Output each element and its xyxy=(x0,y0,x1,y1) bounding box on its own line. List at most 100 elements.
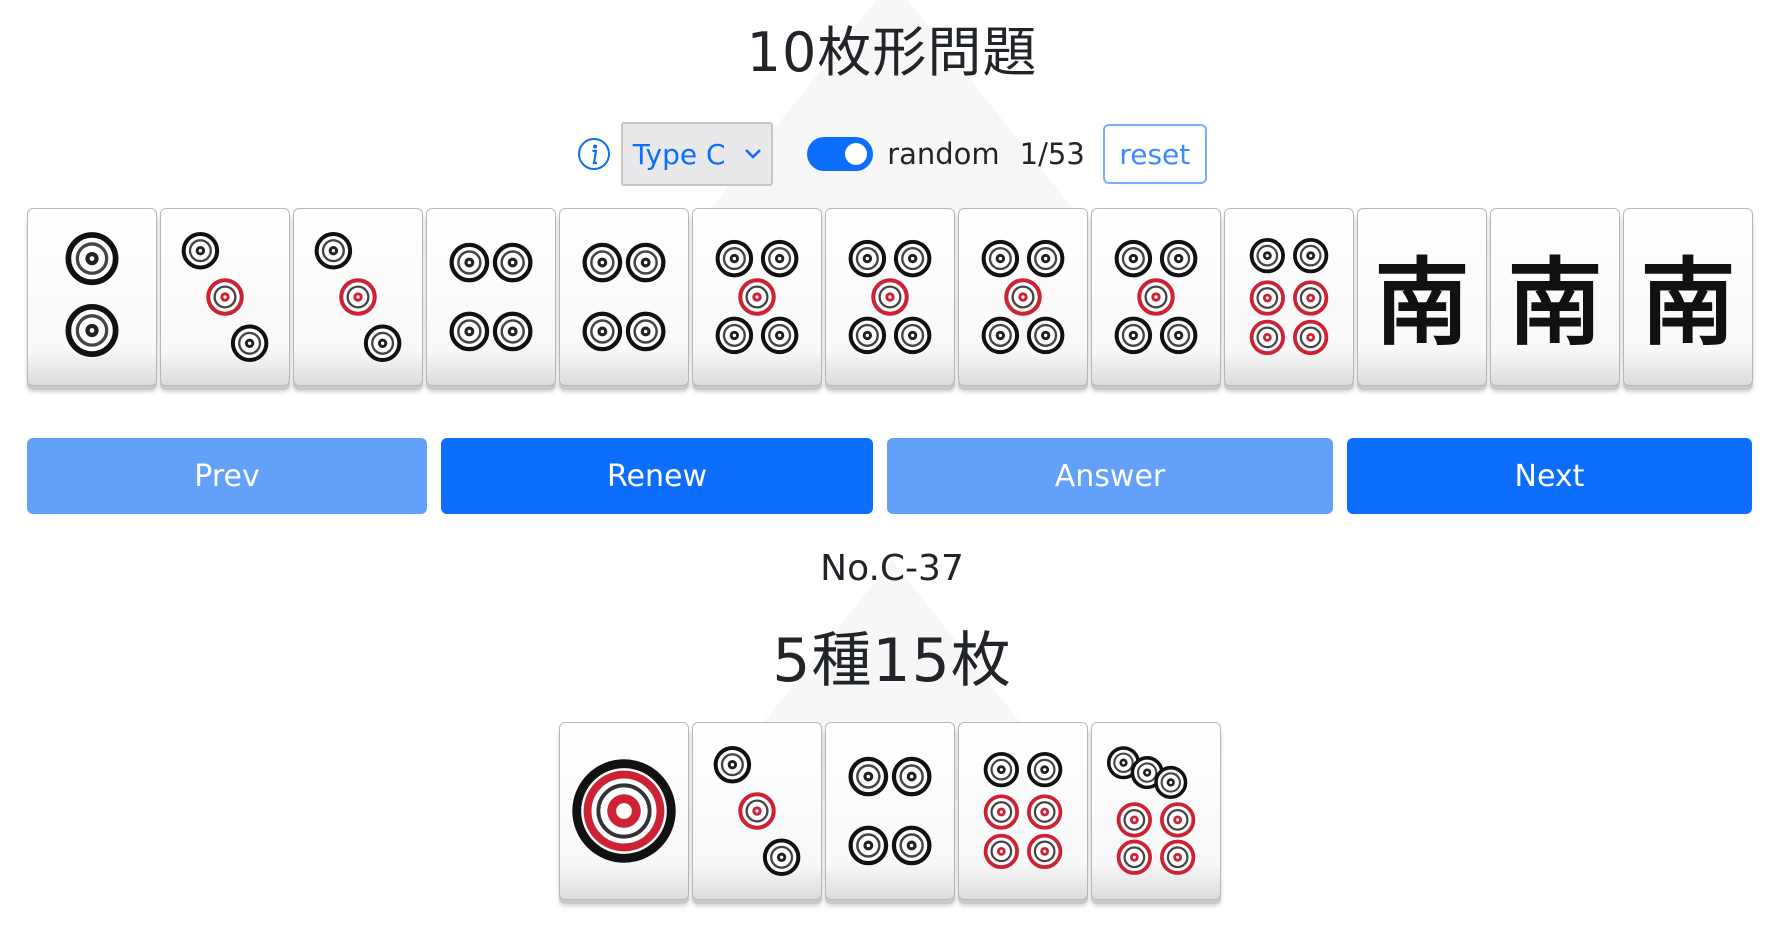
pin-circle xyxy=(1027,833,1063,870)
random-label: random xyxy=(887,137,1000,171)
toggle-knob xyxy=(845,143,868,165)
pin-circle xyxy=(715,239,754,278)
tile-south[interactable]: 南 xyxy=(1357,208,1487,386)
pin-circle xyxy=(738,792,776,830)
tile-face xyxy=(983,752,1063,870)
pin-circle xyxy=(65,232,119,286)
tile-pin-1[interactable] xyxy=(559,722,689,900)
tile-pin-4[interactable] xyxy=(426,208,556,386)
pin-circle xyxy=(1027,794,1063,830)
pin-circle xyxy=(1293,238,1329,274)
pin-circle xyxy=(983,752,1019,788)
pin-circle xyxy=(1293,319,1329,356)
tile-south[interactable]: 南 xyxy=(1623,208,1753,386)
pin-circle xyxy=(1293,280,1329,316)
pin-circle xyxy=(492,242,533,283)
tile-south[interactable]: 南 xyxy=(1490,208,1620,386)
pin-circle xyxy=(1249,238,1285,274)
tile-pin-3[interactable] xyxy=(293,208,423,386)
pin-circle xyxy=(848,756,889,797)
tile-pin-6[interactable] xyxy=(1224,208,1354,386)
type-select[interactable]: Type C xyxy=(621,122,774,186)
controls-bar: Type C random 1/53 reset xyxy=(0,122,1784,186)
pin-circle xyxy=(1004,278,1042,316)
pin-circle xyxy=(848,316,887,355)
tile-face xyxy=(715,239,799,355)
pin-circle xyxy=(738,278,776,316)
answer-button[interactable]: Answer xyxy=(887,438,1333,514)
tile-face xyxy=(848,756,932,866)
tile-pin-4[interactable] xyxy=(825,722,955,900)
tile-face xyxy=(449,242,533,352)
pin-circle xyxy=(981,316,1020,355)
tile-pin-6[interactable] xyxy=(958,722,1088,900)
pin-circle xyxy=(449,311,490,352)
tile-face: 南 xyxy=(1508,247,1603,358)
pin-circle xyxy=(1026,239,1065,278)
tile-pin-3[interactable] xyxy=(692,722,822,900)
wait-summary: 5種15枚 xyxy=(772,626,1012,696)
pin-circle xyxy=(582,242,623,283)
pin-circle xyxy=(1114,239,1153,278)
tile-face xyxy=(1114,239,1198,355)
pin-circle xyxy=(492,311,533,352)
chevron-down-icon xyxy=(744,149,761,159)
tile-pin-5[interactable] xyxy=(1091,208,1221,386)
tile-pin-5[interactable] xyxy=(825,208,955,386)
pin-circle xyxy=(339,278,377,316)
tile-pin-4[interactable] xyxy=(559,208,689,386)
pin-circle xyxy=(625,311,666,352)
tile-face xyxy=(181,231,269,363)
reset-button[interactable]: reset xyxy=(1102,124,1207,184)
pin-circle xyxy=(230,324,269,363)
pin-circle xyxy=(1159,316,1198,355)
tile-pin-2[interactable] xyxy=(27,208,157,386)
pin-circle xyxy=(893,239,932,278)
tile-face xyxy=(713,745,801,877)
prev-button[interactable]: Prev xyxy=(27,438,427,514)
pin-circle xyxy=(848,825,889,866)
pin-circle xyxy=(1159,239,1198,278)
renew-button[interactable]: Renew xyxy=(441,438,873,514)
tile-face: 南 xyxy=(1375,247,1470,358)
tile-face: 南 xyxy=(1641,247,1736,358)
pin-circle xyxy=(1160,839,1196,875)
pin-circle xyxy=(1114,316,1153,355)
pin-circle xyxy=(871,278,909,316)
next-button[interactable]: Next xyxy=(1347,438,1752,514)
pin-circle xyxy=(363,324,402,363)
tile-glyph: 南 xyxy=(1641,247,1736,358)
pin-circle xyxy=(848,239,887,278)
tile-face xyxy=(1106,746,1196,875)
pin-circle xyxy=(1137,278,1175,316)
tile-pin-5[interactable] xyxy=(692,208,822,386)
pin-circle xyxy=(1116,802,1152,838)
tile-pin-3[interactable] xyxy=(160,208,290,386)
pin-circle xyxy=(181,231,220,270)
pin-circle xyxy=(1116,839,1152,875)
pin-circle xyxy=(891,825,932,866)
pin-circle xyxy=(891,756,932,797)
pin-circle xyxy=(983,833,1019,870)
pin-circle xyxy=(65,304,119,357)
pin-circle xyxy=(715,316,754,355)
tile-face xyxy=(848,239,932,355)
pin-circle xyxy=(893,316,932,355)
tile-pin-7[interactable] xyxy=(1091,722,1221,900)
hand-tiles: 南南南 xyxy=(27,208,1756,386)
pin-circle xyxy=(762,838,801,877)
pin-circle xyxy=(314,231,353,270)
pin-circle xyxy=(449,242,490,283)
info-icon[interactable] xyxy=(577,137,611,171)
tile-face xyxy=(572,759,676,863)
tile-face xyxy=(1249,238,1329,356)
tile-face xyxy=(981,239,1065,355)
pin-circle xyxy=(1154,765,1188,799)
pin-circle xyxy=(582,311,623,352)
pin-circle xyxy=(1027,752,1063,788)
random-toggle[interactable] xyxy=(807,137,874,171)
pin-circle xyxy=(981,239,1020,278)
result-tiles xyxy=(559,722,1224,900)
tile-pin-5[interactable] xyxy=(958,208,1088,386)
tile-glyph: 南 xyxy=(1375,247,1470,358)
